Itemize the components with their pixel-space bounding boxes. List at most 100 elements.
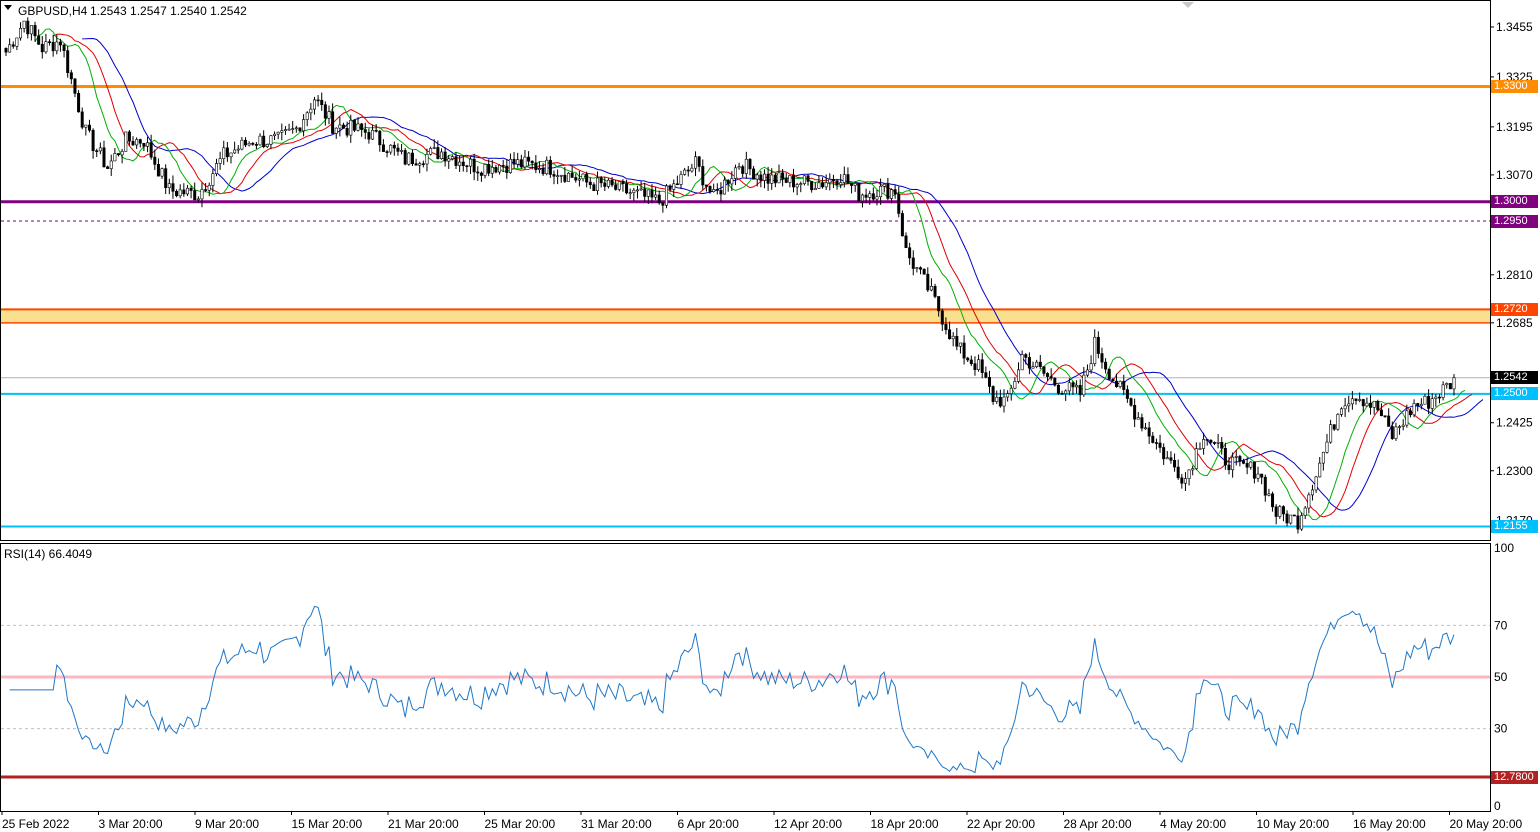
candle-body	[686, 169, 690, 172]
candle-body	[389, 144, 393, 153]
candle-body	[1071, 382, 1075, 388]
candle-body	[694, 156, 698, 169]
candle-body	[472, 158, 476, 173]
candle-body	[1038, 361, 1042, 367]
candle-body	[247, 142, 251, 146]
time-tick-label: 3 Mar 20:00	[99, 817, 163, 831]
candle-body	[701, 166, 705, 186]
chevron-down-icon[interactable]	[4, 5, 12, 10]
candle-body	[1006, 393, 1010, 398]
candle-body	[461, 161, 465, 167]
candle-body	[614, 184, 618, 190]
candle-body	[723, 179, 727, 195]
candle-body	[4, 47, 8, 53]
candle-body	[218, 158, 222, 164]
candle-body	[1354, 398, 1358, 401]
candle-body	[1194, 448, 1198, 469]
candle-body	[683, 169, 687, 175]
candle-body	[349, 120, 353, 136]
candle-body	[1111, 379, 1115, 382]
candle-body	[625, 183, 629, 194]
time-tick-label: 6 Apr 20:00	[678, 817, 740, 831]
price-tick-label: 1.3195	[1496, 120, 1533, 134]
time-tick-label: 22 Apr 20:00	[967, 817, 1035, 831]
candle-body	[1049, 376, 1053, 379]
price-tick-label: 1.2425	[1496, 416, 1533, 430]
candle-body	[291, 128, 295, 130]
candle-body	[940, 310, 944, 325]
candle-body	[922, 268, 926, 275]
candle-body	[839, 182, 843, 185]
candle-body	[806, 175, 810, 182]
trading-chart[interactable]: 1007050300 1.34551.33251.31951.30701.281…	[0, 0, 1540, 832]
candle-body	[1448, 383, 1452, 390]
candle-body	[904, 235, 908, 249]
candle-body	[323, 104, 327, 119]
candle-body	[1227, 464, 1231, 471]
candle-body	[113, 153, 117, 162]
price-tick-label: 1.2300	[1496, 464, 1533, 478]
candle-body	[1082, 374, 1086, 396]
candle-body	[87, 124, 91, 131]
candle-body	[1321, 451, 1325, 464]
scroll-marker[interactable]	[1182, 2, 1194, 8]
candle-body	[1372, 400, 1376, 408]
current-price-tag: 1.2542	[1491, 371, 1538, 385]
time-tick-label: 20 May 20:00	[1450, 817, 1523, 831]
candle-body	[762, 173, 766, 181]
candle-body	[1096, 336, 1100, 354]
candle-body	[11, 44, 15, 47]
candle-body	[1147, 427, 1151, 437]
candle-body	[418, 163, 422, 166]
candle-body	[864, 194, 868, 198]
candle-body	[661, 202, 665, 206]
candle-body	[813, 188, 817, 191]
candle-body	[944, 323, 948, 331]
candle-body	[643, 188, 647, 197]
candle-body	[857, 183, 861, 202]
candle-body	[556, 175, 560, 178]
candle-body	[142, 142, 146, 147]
candle-body	[443, 151, 447, 162]
candle-body	[211, 173, 215, 186]
candle-body	[759, 174, 763, 181]
candle-body	[792, 175, 796, 188]
candle-body	[1361, 399, 1365, 407]
candle-body	[871, 193, 875, 200]
candle-body	[516, 159, 520, 165]
candle-body	[225, 147, 229, 158]
candle-body	[77, 93, 81, 113]
candle-body	[414, 163, 418, 166]
candle-body	[926, 273, 930, 291]
candle-body	[1307, 494, 1311, 509]
rsi-tick-label: 100	[1494, 541, 1514, 555]
candle-body	[51, 42, 55, 52]
candle-body	[1398, 426, 1402, 428]
candle-body	[1078, 384, 1082, 396]
price-tick-label: 1.3455	[1496, 20, 1533, 34]
candle-body	[900, 213, 904, 237]
candle-body	[1379, 409, 1383, 417]
candle-body	[987, 377, 991, 387]
candle-body	[929, 286, 933, 291]
ohlc-values: 1.2543 1.2547 1.2540 1.2542	[90, 4, 247, 18]
candle-body	[156, 164, 160, 177]
candle-body	[737, 166, 741, 169]
candle-body	[258, 135, 262, 146]
candle-body	[1114, 380, 1118, 387]
candle-body	[704, 184, 708, 187]
candle-body	[66, 50, 70, 73]
candle-body	[570, 172, 574, 178]
candle-body	[98, 147, 102, 152]
candle-body	[654, 194, 658, 198]
candle-body	[102, 147, 106, 168]
candle-body	[421, 163, 425, 165]
candles	[4, 17, 1456, 534]
candle-body	[962, 342, 966, 359]
candle-body	[730, 178, 734, 185]
candle-body	[305, 112, 309, 120]
candle-body	[1445, 383, 1449, 386]
candle-body	[860, 194, 864, 202]
candle-body	[476, 171, 480, 174]
candle-body	[527, 156, 531, 162]
